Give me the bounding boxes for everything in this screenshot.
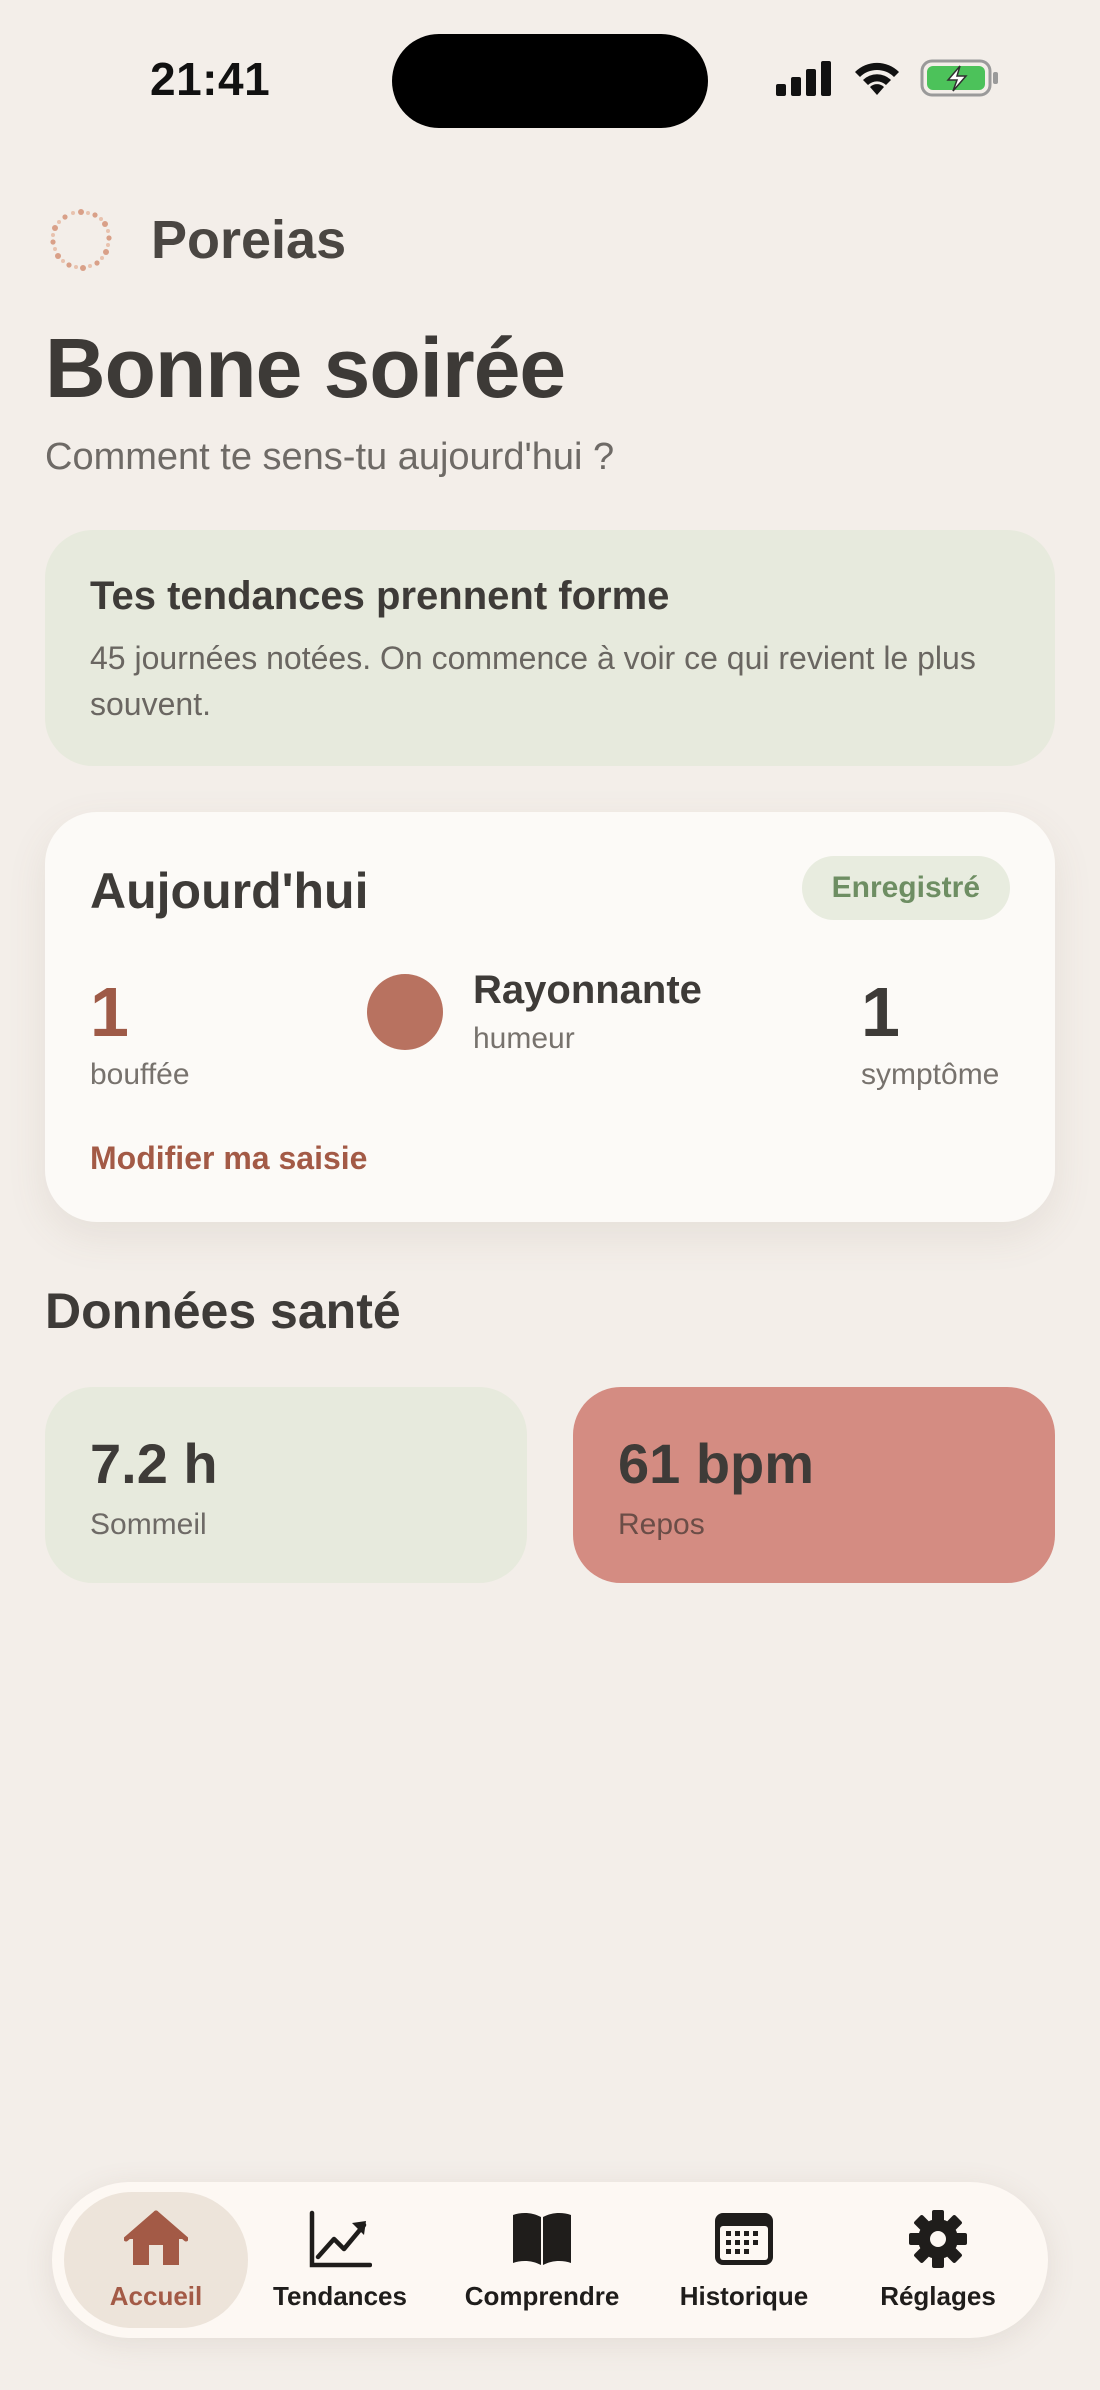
- trend-banner-title: Tes tendances prennent forme: [90, 574, 670, 618]
- app-header: Poreias: [45, 204, 346, 276]
- tab-label: Accueil: [109, 2280, 203, 2311]
- wifi-icon: [855, 62, 899, 95]
- symptom-label: symptôme: [861, 1058, 1000, 1091]
- trend-chart-icon: [309, 2210, 372, 2267]
- tab-comprendre[interactable]: Comprendre: [452, 2192, 632, 2328]
- resting-heart-rate-card[interactable]: 61 bpm Repos: [573, 1387, 1055, 1583]
- status-time: 21:41: [150, 53, 271, 105]
- hot-flash-label: bouffée: [90, 1058, 190, 1091]
- status-badge: Enregistré: [801, 856, 1010, 920]
- book-icon: [513, 2212, 571, 2265]
- edit-entry-link[interactable]: Modifier ma saisie: [90, 1140, 367, 1177]
- status-icons: [776, 58, 1000, 98]
- mood-name: Rayonnante: [473, 968, 702, 1012]
- battery-charging-icon: [920, 59, 998, 97]
- trend-banner[interactable]: Tes tendances prennent forme 45 journées…: [45, 530, 1055, 766]
- signal-icon: [776, 61, 831, 96]
- tab-label: Tendances: [273, 2280, 407, 2311]
- home-icon: [124, 2210, 188, 2265]
- hot-flash-count: 1: [90, 973, 129, 1051]
- sleep-label: Sommeil: [90, 1508, 207, 1541]
- tab-reglages[interactable]: Réglages: [858, 2192, 1018, 2328]
- health-section-title: Données santé: [45, 1283, 401, 1339]
- page-subtitle: Comment te sens-tu aujourd'hui ?: [45, 436, 615, 478]
- tab-accueil[interactable]: Accueil: [64, 2192, 248, 2328]
- mood-label: humeur: [473, 1022, 575, 1055]
- tab-tendances[interactable]: Tendances: [260, 2192, 420, 2328]
- page-title: Bonne soirée: [45, 321, 566, 415]
- trend-banner-text: 45 journées notées. On commence à voir c…: [90, 640, 976, 722]
- dynamic-island: [392, 34, 708, 128]
- calendar-icon: [715, 2212, 773, 2265]
- app-name: Poreias: [151, 210, 347, 270]
- tab-historique[interactable]: Historique: [664, 2192, 824, 2328]
- symptom-count: 1: [861, 973, 900, 1051]
- gear-icon: [909, 2209, 967, 2268]
- mood-color-dot: [367, 974, 443, 1050]
- tab-label: Historique: [679, 2280, 809, 2311]
- tab-label: Comprendre: [464, 2280, 620, 2311]
- tab-label: Réglages: [880, 2280, 996, 2311]
- resting-heart-rate-value: 61 bpm: [618, 1432, 815, 1495]
- today-title: Aujourd'hui: [90, 863, 369, 919]
- sleep-value: 7.2 h: [90, 1432, 218, 1495]
- today-card: Aujourd'hui Enregistré 1 bouffée Rayonna…: [45, 812, 1055, 1222]
- bottom-tab-bar: Accueil Tendances Comprendre Historique …: [52, 2182, 1048, 2338]
- sleep-card[interactable]: 7.2 h Sommeil: [45, 1387, 527, 1583]
- resting-heart-rate-label: Repos: [618, 1508, 705, 1541]
- sun-ring-logo: [50, 209, 112, 271]
- home-screen: 21:41 Poreias Bonne soirée Comment te se…: [0, 0, 1100, 2390]
